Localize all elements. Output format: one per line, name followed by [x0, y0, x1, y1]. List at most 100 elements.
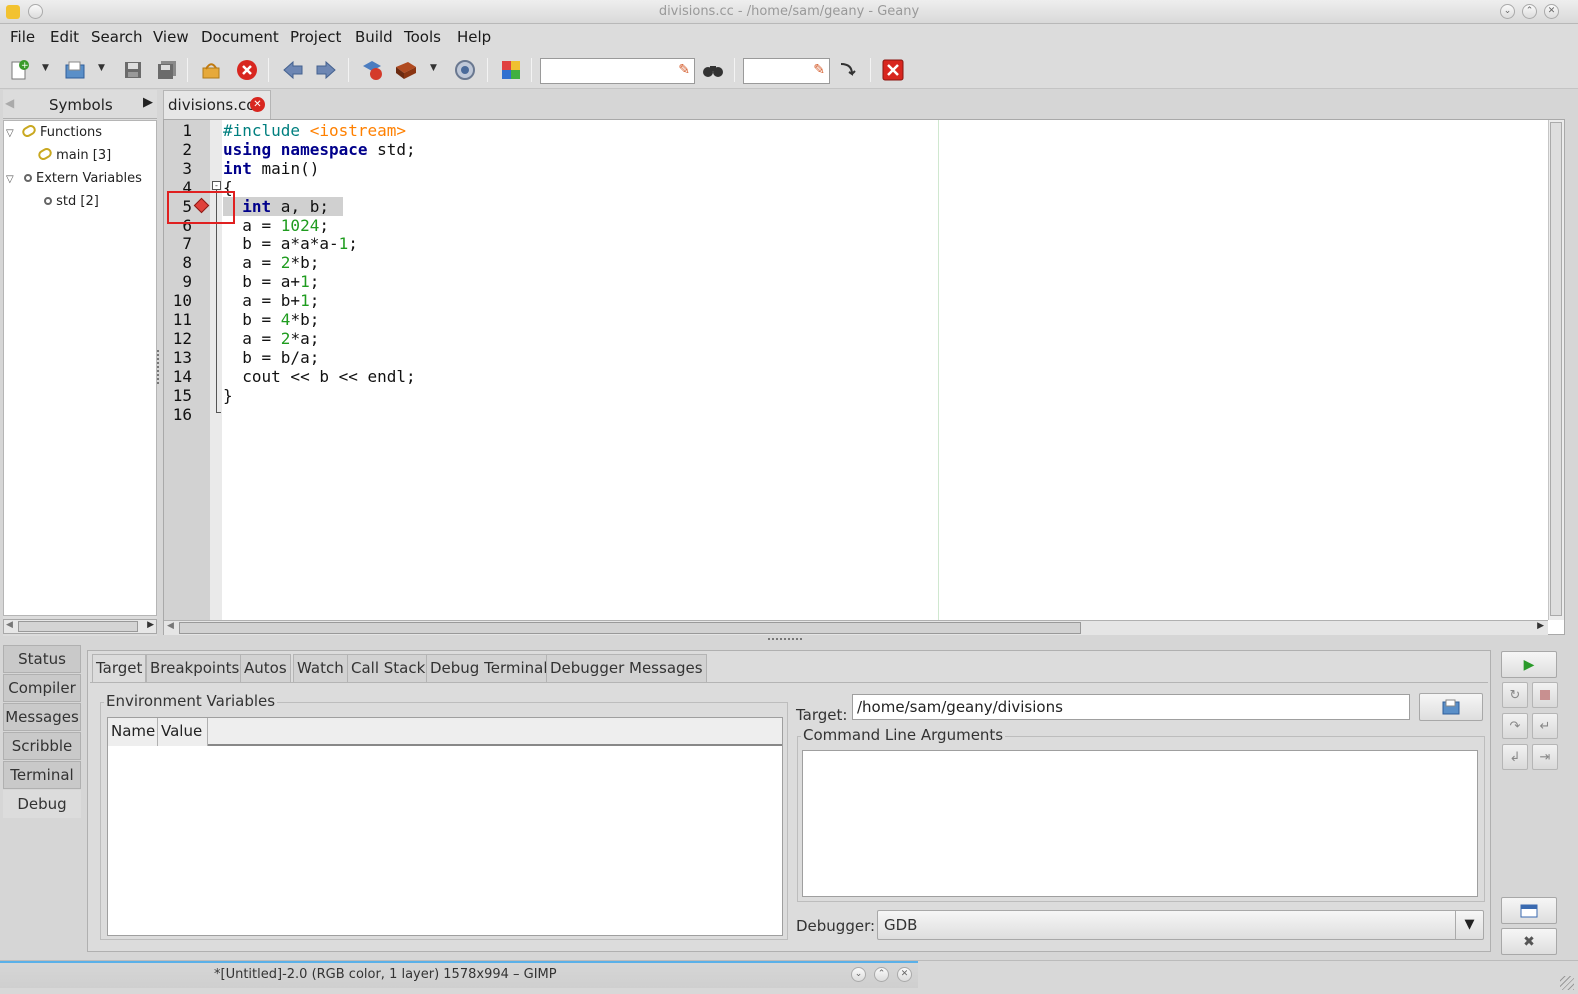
close-window-button[interactable]: ✕	[1544, 4, 1559, 19]
debug-tab-debug-terminal[interactable]: Debug Terminal	[426, 654, 552, 682]
goto-line-input[interactable]: ✎	[743, 58, 830, 84]
open-file-icon[interactable]	[62, 57, 88, 83]
menu-project[interactable]: Project	[290, 28, 341, 46]
scroll-left-icon[interactable]: ◀	[167, 621, 174, 631]
run-icon[interactable]	[452, 57, 478, 83]
maximize-button[interactable]: ⌃	[874, 967, 889, 982]
command-line-args-input[interactable]	[802, 750, 1478, 897]
menu-tools[interactable]: Tools	[404, 28, 441, 46]
revert-icon[interactable]	[198, 57, 224, 83]
close-window-button[interactable]: ✕	[897, 967, 912, 982]
tree-item-extern-variables[interactable]: ▽ Extern Variables	[6, 171, 142, 186]
scroll-left-icon[interactable]: ◀	[6, 620, 13, 630]
window-icon	[1520, 904, 1538, 917]
sidebar-prev-tab-icon[interactable]: ◀	[5, 96, 14, 110]
clear-goto-icon[interactable]: ✎	[813, 62, 825, 78]
scroll-right-icon[interactable]: ▶	[1537, 621, 1544, 631]
column-header-name[interactable]: Name	[108, 718, 158, 746]
tree-item-main[interactable]: main [3]	[36, 146, 111, 163]
sidebar-next-tab-icon[interactable]: ▶	[143, 95, 153, 110]
scrollbar-thumb[interactable]	[179, 622, 1081, 634]
sidebar-hscrollbar[interactable]: ◀ ▶	[3, 619, 157, 634]
menu-document[interactable]: Document	[201, 28, 279, 46]
menu-search[interactable]: Search	[91, 28, 143, 46]
debug-tab-call-stack[interactable]: Call Stack	[347, 654, 430, 682]
tree-item-functions[interactable]: ▽ Functions	[6, 123, 102, 140]
debug-tab-watch[interactable]: Watch	[293, 654, 348, 682]
editor-vscrollbar[interactable]	[1548, 120, 1564, 620]
env-variables-table[interactable]: Name Value	[107, 717, 783, 936]
menu-help[interactable]: Help	[457, 28, 491, 46]
menu-file[interactable]: File	[10, 28, 35, 46]
taskbar-item-gimp[interactable]: *[Untitled]-2.0 (RGB color, 1 layer) 157…	[0, 961, 918, 988]
line-number-gutter[interactable]: 1 2 3 4 5 6 7 8 9 10 11 12 13 14 15 16	[164, 120, 235, 620]
scroll-right-icon[interactable]: ▶	[147, 620, 154, 630]
debug-stop-button[interactable]	[1532, 682, 1558, 708]
fold-end-line	[216, 412, 221, 413]
build-dropdown-icon[interactable]: ▼	[430, 63, 437, 73]
tab-status[interactable]: Status	[3, 645, 81, 673]
tree-item-std[interactable]: std [2]	[44, 194, 99, 209]
column-header-value[interactable]: Value	[158, 718, 208, 746]
tab-compiler[interactable]: Compiler	[3, 674, 81, 702]
goto-line-icon[interactable]	[835, 57, 861, 83]
maximize-button[interactable]: ⌃	[1522, 4, 1537, 19]
forward-icon[interactable]	[313, 57, 339, 83]
compile-icon[interactable]	[359, 57, 385, 83]
debug-step-over-button[interactable]: ↷	[1502, 713, 1528, 739]
minimize-button[interactable]: ⌄	[851, 967, 866, 982]
collapse-icon[interactable]: ▽	[6, 174, 14, 185]
browse-target-button[interactable]	[1419, 693, 1483, 721]
debug-tab-target[interactable]: Target	[92, 654, 147, 682]
find-icon[interactable]	[700, 57, 726, 83]
debug-step-into-button[interactable]: ↵	[1532, 713, 1558, 739]
quit-icon[interactable]	[880, 57, 906, 83]
tab-terminal[interactable]: Terminal	[3, 761, 81, 789]
debug-restart-button[interactable]: ↻	[1502, 682, 1528, 708]
debug-step-out-button[interactable]: ↲	[1502, 744, 1528, 770]
close-icon[interactable]	[234, 57, 260, 83]
resize-grip-icon[interactable]	[1560, 976, 1574, 990]
debug-run-to-cursor-button[interactable]: ⇥	[1532, 744, 1558, 770]
long-line-marker	[938, 120, 939, 620]
step-out-icon: ↲	[1509, 749, 1521, 765]
sidebar-tab-symbols[interactable]: Symbols	[49, 96, 113, 114]
new-file-icon[interactable]: +	[6, 57, 32, 83]
horizontal-splitter[interactable]	[768, 638, 802, 642]
tab-scribble[interactable]: Scribble	[3, 732, 81, 760]
scrollbar-thumb[interactable]	[18, 621, 138, 632]
code-editor[interactable]: 1 2 3 4 5 6 7 8 9 10 11 12 13 14 15 16 -…	[163, 119, 1565, 635]
editor-hscrollbar[interactable]: ◀ ▶	[164, 620, 1548, 635]
tab-divisions-cc[interactable]: divisions.cc ✕	[163, 90, 271, 119]
line-number: 11	[172, 310, 192, 329]
debugger-select[interactable]: GDB ▼	[877, 910, 1484, 940]
fold-toggle-icon[interactable]: -	[212, 181, 221, 190]
search-input[interactable]: ✎	[540, 58, 695, 84]
toolbar-separator	[187, 58, 188, 82]
debug-panel-button[interactable]	[1501, 897, 1557, 924]
menu-edit[interactable]: Edit	[50, 28, 79, 46]
collapse-icon[interactable]: ▽	[6, 128, 14, 139]
debug-run-button[interactable]: ▶	[1501, 651, 1557, 678]
color-chooser-icon[interactable]	[498, 57, 524, 83]
save-all-icon[interactable]	[154, 57, 180, 83]
tab-debug[interactable]: Debug	[3, 790, 81, 818]
debug-tab-debugger-messages[interactable]: Debugger Messages	[546, 654, 707, 682]
tab-messages[interactable]: Messages	[3, 703, 81, 731]
save-icon[interactable]	[120, 57, 146, 83]
target-input[interactable]: /home/sam/geany/divisions	[852, 694, 1410, 720]
build-icon[interactable]	[393, 57, 419, 83]
new-file-dropdown-icon[interactable]: ▼	[42, 63, 49, 73]
minimize-button[interactable]: ⌄	[1500, 4, 1515, 19]
back-icon[interactable]	[280, 57, 306, 83]
close-tab-icon[interactable]: ✕	[250, 97, 265, 112]
debug-tab-breakpoints[interactable]: Breakpoints	[146, 654, 244, 682]
pane-splitter[interactable]	[157, 350, 161, 384]
scrollbar-thumb[interactable]	[1550, 122, 1562, 616]
menu-view[interactable]: View	[153, 28, 189, 46]
debug-tab-autos[interactable]: Autos	[240, 654, 291, 682]
clear-search-icon[interactable]: ✎	[678, 62, 690, 78]
open-file-dropdown-icon[interactable]: ▼	[98, 63, 105, 73]
menu-build[interactable]: Build	[355, 28, 393, 46]
debug-settings-button[interactable]: ✖	[1501, 928, 1557, 955]
